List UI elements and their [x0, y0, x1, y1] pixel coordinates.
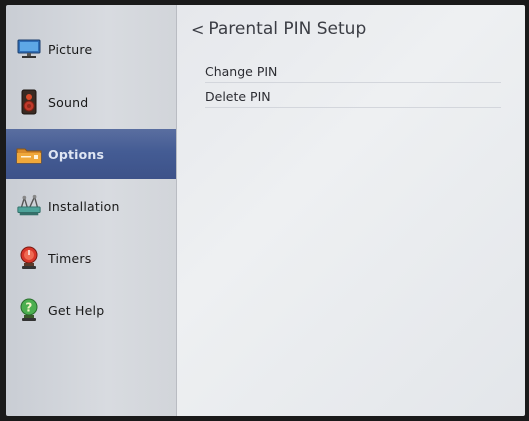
sidebar-item-get-help[interactable]: ? Get Help	[6, 285, 176, 335]
page-header: < Parental PIN Setup	[191, 19, 366, 39]
antenna-icon	[16, 193, 42, 219]
monitor-icon	[16, 36, 42, 62]
sidebar: Picture Sound Options Installation Timer…	[6, 5, 177, 416]
tv-menu-screen: Picture Sound Options Installation Timer…	[6, 5, 525, 416]
speaker-icon	[16, 89, 42, 115]
sidebar-item-label: Get Help	[48, 302, 105, 318]
svg-text:?: ?	[25, 301, 32, 315]
menu-item-change-pin[interactable]: Change PIN	[205, 60, 501, 83]
back-chevron-icon[interactable]: <	[191, 20, 204, 39]
menu-item-label: Change PIN	[205, 63, 278, 79]
options-folder-icon	[16, 141, 42, 167]
sidebar-item-label: Sound	[48, 94, 89, 110]
sidebar-item-timers[interactable]: Timers	[6, 233, 176, 283]
sidebar-item-label: Timers	[48, 250, 92, 266]
sidebar-item-installation[interactable]: Installation	[6, 181, 176, 231]
sidebar-item-options[interactable]: Options	[6, 129, 176, 179]
sidebar-item-picture[interactable]: Picture	[6, 24, 176, 74]
sidebar-item-label: Options	[48, 146, 105, 162]
help-icon: ?	[16, 297, 42, 323]
sidebar-item-sound[interactable]: Sound	[6, 77, 176, 127]
page-title: Parental PIN Setup	[208, 19, 367, 39]
menu-item-label: Delete PIN	[205, 88, 271, 104]
main-panel: < Parental PIN Setup Change PIN Delete P…	[177, 5, 525, 416]
timer-icon	[16, 245, 42, 271]
sidebar-item-label: Installation	[48, 198, 120, 214]
sidebar-item-label: Picture	[48, 41, 93, 57]
menu-item-delete-pin[interactable]: Delete PIN	[205, 85, 501, 108]
